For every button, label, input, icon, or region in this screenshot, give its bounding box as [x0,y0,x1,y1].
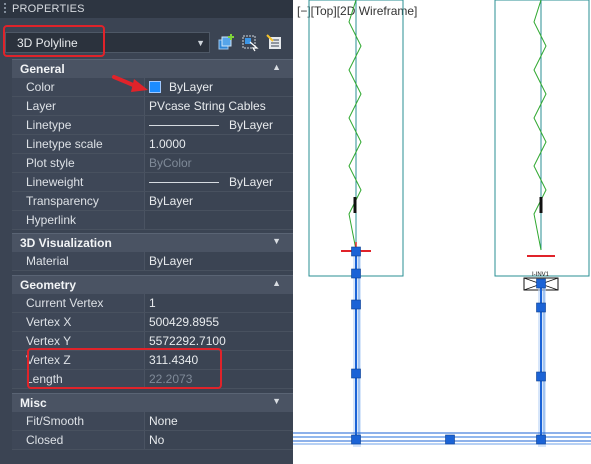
row-current-vertex-value[interactable]: 1 [149,296,156,310]
row-lineweight[interactable]: Lineweight ByLayer [12,173,293,192]
toggle-pickadd-icon[interactable] [217,34,235,52]
section-misc[interactable]: Misc ▼ [12,393,293,412]
row-linetype-scale-name: Linetype scale [12,135,145,153]
row-transparency[interactable]: Transparency ByLayer [12,192,293,211]
section-geometry-title: Geometry [20,278,77,292]
section-general-title: General [20,62,65,76]
row-linetype-scale-value[interactable]: 1.0000 [149,137,186,151]
row-lineweight-name: Lineweight [12,173,145,191]
grip [536,371,546,382]
row-vertex-x-name: Vertex X [12,313,145,331]
section-3d-visualization[interactable]: 3D Visualization ▼ [12,233,293,252]
row-linetype-name: Linetype [12,116,145,134]
linetype-sample [149,125,219,126]
pv-table-right [494,0,590,277]
row-linetype[interactable]: Linetype ByLayer [12,116,293,135]
grip [445,434,455,445]
polyline-grips [351,246,546,445]
row-fit-smooth[interactable]: Fit/Smooth None [12,412,293,431]
row-color-value[interactable]: ByLayer [169,80,213,94]
row-closed-value[interactable]: No [149,433,164,447]
row-fit-smooth-name: Fit/Smooth [12,412,145,430]
row-current-vertex[interactable]: Current Vertex 1 [12,294,293,313]
grip [351,434,361,445]
row-material[interactable]: Material ByLayer [12,252,293,271]
row-layer-name: Layer [12,97,145,115]
grip [351,246,361,257]
palette-title: PROPERTIES [12,3,85,15]
row-plot-style-name: Plot style [12,154,145,172]
row-vertex-x-value[interactable]: 500429.8955 [149,315,219,329]
row-transparency-name: Transparency [12,192,145,210]
grip [351,299,361,310]
lineweight-sample [149,182,219,183]
section-3d-visualization-title: 3D Visualization [20,236,112,250]
collapse-icon[interactable]: ▲ [272,62,281,72]
row-plot-style-value: ByColor [149,156,192,170]
palette-titlebar[interactable]: PROPERTIES [0,0,293,18]
chevron-down-icon: ▼ [196,38,205,48]
row-closed[interactable]: Closed No [12,431,293,450]
row-lineweight-value[interactable]: ByLayer [229,175,273,189]
drawing-canvas[interactable]: I-INV1 [293,0,591,464]
grip [351,368,361,379]
row-layer[interactable]: Layer PVcase String Cables [12,97,293,116]
grip [536,302,546,313]
grip [536,434,546,445]
row-vertex-y-value[interactable]: 5572292.7100 [149,334,226,348]
row-material-name: Material [12,252,145,270]
row-closed-name: Closed [12,431,145,449]
row-hyperlink-name: Hyperlink [12,211,145,229]
select-objects-icon[interactable] [241,34,259,52]
section-general[interactable]: General ▲ [12,59,293,78]
vertex-z-length-highlight [27,348,222,389]
string-marker-right [539,197,543,213]
row-linetype-value[interactable]: ByLayer [229,118,273,132]
row-material-value[interactable]: ByLayer [149,254,193,268]
quick-select-icon[interactable] [266,34,284,52]
row-current-vertex-name: Current Vertex [12,294,145,312]
section-misc-title: Misc [20,396,47,410]
collapse-icon[interactable]: ▼ [272,236,281,246]
palette-grip-icon[interactable] [3,2,7,15]
color-swatch [149,81,161,93]
row-fit-smooth-value[interactable]: None [149,414,178,428]
collapse-icon[interactable]: ▲ [272,278,281,288]
properties-palette: PROPERTIES 3D Polyline ▼ General ▲ Color… [0,0,293,464]
row-color[interactable]: Color ByLayer [12,78,293,97]
row-hyperlink[interactable]: Hyperlink [12,211,293,230]
inverter-label: I-INV1 [532,272,550,278]
row-linetype-scale[interactable]: Linetype scale 1.0000 [12,135,293,154]
row-transparency-value[interactable]: ByLayer [149,194,193,208]
section-geometry[interactable]: Geometry ▲ [12,275,293,294]
grip [536,278,546,289]
property-grid: General ▲ Color ByLayer Layer PVcase Str… [0,58,293,464]
object-type-highlight [3,25,105,57]
collapse-icon[interactable]: ▼ [272,396,281,406]
row-layer-value[interactable]: PVcase String Cables [149,99,266,113]
row-vertex-x[interactable]: Vertex X 500429.8955 [12,313,293,332]
annotation-arrow-icon [112,75,148,92]
string-marker-left [353,197,357,213]
row-plot-style[interactable]: Plot style ByColor [12,154,293,173]
grip [351,268,361,279]
